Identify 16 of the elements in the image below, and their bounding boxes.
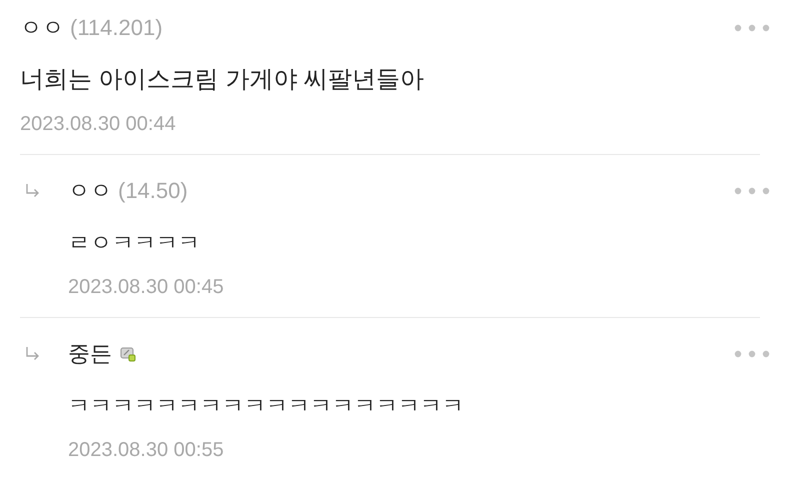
reply-text: ㅋㅋㅋㅋㅋㅋㅋㅋㅋㅋㅋㅋㅋㅋㅋㅋㅋㅋ (68, 392, 465, 420)
comment-date: 2023.08.30 00:44 (20, 112, 177, 137)
reply-date: 2023.08.30 00:55 (68, 438, 225, 463)
author-name: ㅇㅇ (20, 14, 64, 42)
more-options-icon[interactable] (734, 350, 770, 358)
author-name: 중든 (68, 340, 112, 368)
reply-arrow-icon (24, 346, 40, 362)
reply-text: ㄹㅇㅋㅋㅋㅋ (68, 229, 201, 257)
reply-arrow-icon (24, 183, 40, 199)
more-options-icon[interactable] (734, 187, 770, 195)
ip-address: (14.50) (118, 178, 188, 204)
more-options-icon[interactable] (734, 24, 770, 32)
ip-address: (114.201) (70, 15, 163, 41)
author-name: ㅇㅇ (68, 177, 112, 205)
comment-text: 너희는 아이스크림 가게야 씨팔년들아 (20, 65, 426, 95)
reply-date: 2023.08.30 00:45 (68, 275, 225, 300)
